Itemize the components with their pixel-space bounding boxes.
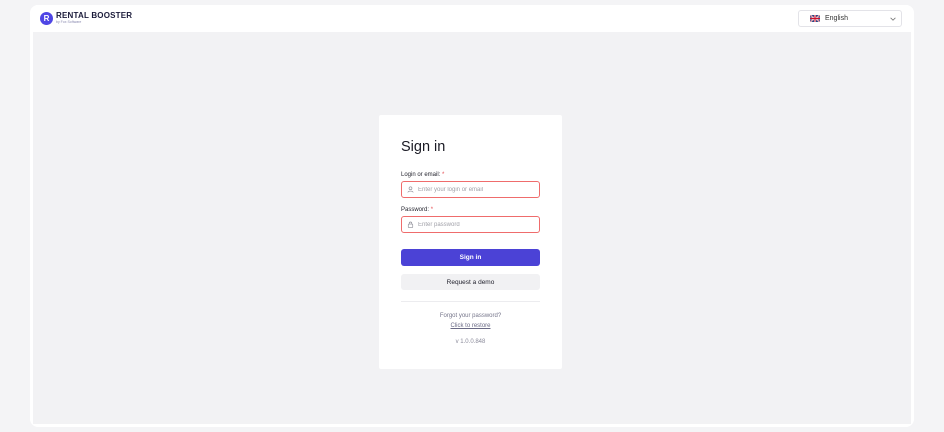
brand-subtitle: by Fox Software — [56, 20, 82, 25]
main-content: Sign in Login or email: * Password: * — [33, 32, 911, 424]
uk-flag-icon — [810, 15, 820, 22]
restore-password-link[interactable]: Click to restore — [379, 323, 562, 329]
login-label-text: Login or email: — [401, 172, 441, 178]
required-marker: * — [442, 172, 445, 178]
login-field[interactable] — [401, 181, 540, 198]
lock-icon — [407, 221, 414, 228]
language-select[interactable]: English — [798, 10, 902, 27]
user-icon — [407, 186, 414, 193]
divider — [401, 301, 540, 302]
login-label: Login or email: * — [401, 172, 444, 178]
brand-title: RENTAL BOOSTER — [56, 11, 133, 21]
forgot-password-text: Forgot your password? — [439, 313, 502, 319]
page-title: Sign in — [401, 139, 446, 155]
signin-button[interactable]: Sign in — [401, 249, 540, 266]
password-label: Password: * — [401, 207, 433, 213]
brand-logo-icon: R — [40, 12, 53, 25]
top-bar: R RENTAL BOOSTER by Fox Software English — [30, 5, 914, 32]
language-label: English — [825, 15, 848, 22]
password-label-text: Password: — [401, 207, 430, 213]
brand-logo[interactable]: R RENTAL BOOSTER by Fox Software — [40, 12, 132, 25]
password-field[interactable] — [401, 216, 540, 233]
login-input[interactable] — [418, 186, 528, 193]
request-demo-button[interactable]: Request a demo — [401, 274, 540, 290]
signin-card: Sign in Login or email: * Password: * — [379, 115, 562, 369]
required-marker: * — [430, 207, 434, 213]
version-label: v 1.0.0.848 — [455, 339, 486, 345]
password-input[interactable] — [418, 221, 528, 228]
app-frame: R RENTAL BOOSTER by Fox Software English… — [30, 5, 914, 427]
chevron-down-icon — [890, 17, 896, 21]
brand-text: RENTAL BOOSTER by Fox Software — [56, 12, 132, 25]
